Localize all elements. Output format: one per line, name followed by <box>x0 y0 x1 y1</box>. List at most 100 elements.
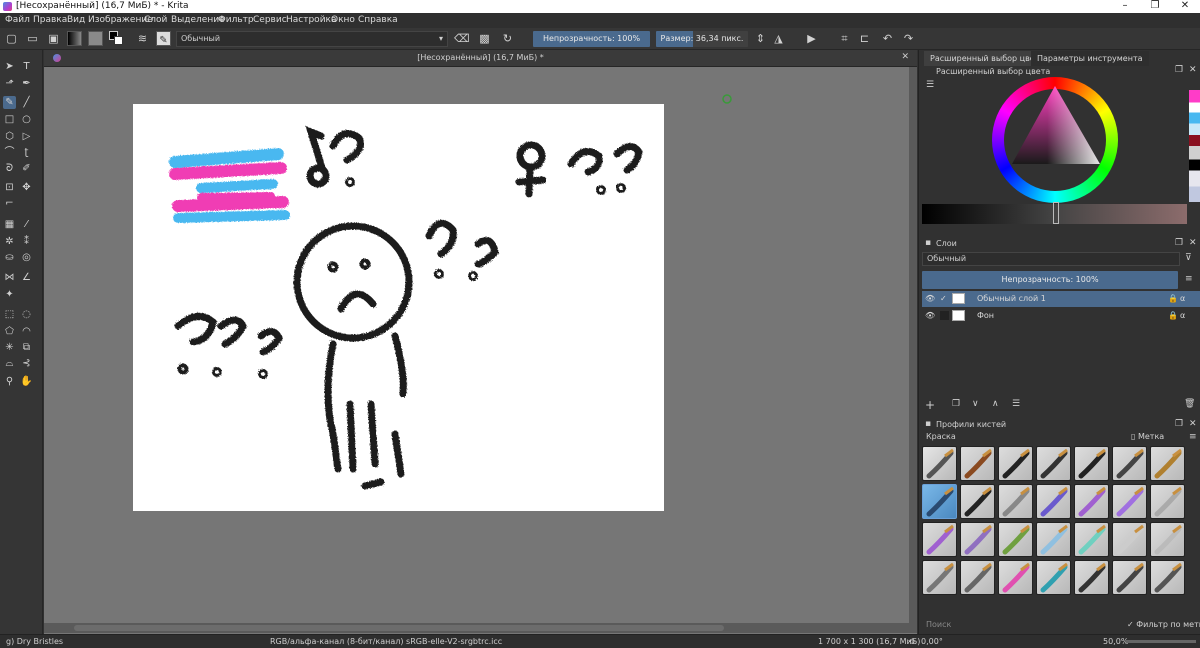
close-icon[interactable]: ✕ <box>901 52 909 62</box>
pan-tool-icon[interactable]: ✋ <box>20 375 33 388</box>
gradient-tool-icon[interactable]: ▦ <box>3 218 16 231</box>
eraser-icon[interactable]: ⌫ <box>454 31 470 46</box>
brush-preset[interactable] <box>1112 484 1147 519</box>
mirror-vertical-icon[interactable]: ▶ <box>804 31 819 46</box>
menu-view[interactable]: Вид <box>67 15 85 25</box>
polygon-tool-icon[interactable]: ⬡ <box>3 130 16 143</box>
edit-shapes-icon[interactable]: ⬏ <box>3 77 16 90</box>
menu-settings[interactable]: Настройка <box>286 15 337 25</box>
brush-preset[interactable] <box>998 560 1033 595</box>
brush-preset[interactable] <box>960 560 995 595</box>
close-docker-icon[interactable]: ✕ <box>1189 238 1197 248</box>
filter-icon[interactable]: ⊽ <box>1185 253 1192 263</box>
brush-search-input[interactable]: Поиск <box>926 620 951 629</box>
document-tab[interactable]: [Несохранённый] (16,7 МиБ) * ✕ <box>44 50 917 67</box>
menu-help[interactable]: Справка <box>358 15 398 25</box>
layer-blend-select[interactable]: Обычный <box>922 252 1180 266</box>
color-picker-icon[interactable]: ⁄ <box>20 218 33 231</box>
open-document-icon[interactable]: ▭ <box>25 31 40 46</box>
menu-icon[interactable]: ≡ <box>1189 432 1197 442</box>
duplicate-layer-icon[interactable]: ❐ <box>952 399 960 409</box>
brush-preset[interactable] <box>960 484 995 519</box>
measure-tool-icon[interactable]: ∠ <box>20 271 33 284</box>
zoom-slider[interactable] <box>1126 640 1196 643</box>
zoom-tool-icon[interactable]: ⚲ <box>3 375 16 388</box>
brush-preset[interactable] <box>1036 560 1071 595</box>
color-settings-icon[interactable]: ☰ <box>926 80 934 90</box>
filter-by-tag-checkbox[interactable]: ✓ Фильтр по метке <box>1127 620 1200 629</box>
brush-preset[interactable] <box>922 446 957 481</box>
brush-preset[interactable] <box>1150 484 1185 519</box>
fg-bg-color-icon[interactable] <box>109 31 124 46</box>
assistant-tool-icon[interactable]: ⋈ <box>3 271 16 284</box>
opacity-slider[interactable]: Непрозрачность: 100% <box>533 31 650 47</box>
layer-row[interactable]: 👁 Фон 🔒 α <box>922 308 1200 324</box>
brush-preset[interactable] <box>1074 446 1109 481</box>
colorize-mask-icon[interactable]: ⁑ <box>20 235 33 248</box>
brush-preset[interactable] <box>1112 522 1147 557</box>
horizontal-scrollbar[interactable] <box>44 623 917 633</box>
brush-preset[interactable] <box>998 446 1033 481</box>
stepper-icon[interactable]: ⇕ <box>753 31 768 46</box>
ellipse-select-icon[interactable]: ◌ <box>20 308 33 321</box>
transform-tool-icon[interactable]: ⊡ <box>3 181 16 194</box>
crop-tool-icon[interactable]: ⌐ <box>3 197 16 210</box>
scrollbar-thumb[interactable] <box>74 625 724 631</box>
brush-preset[interactable] <box>1074 522 1109 557</box>
brush-preset[interactable] <box>1150 446 1185 481</box>
crop-icon[interactable]: ⌗ <box>837 31 852 46</box>
polyline-tool-icon[interactable]: ▷ <box>20 130 33 143</box>
bezier-tool-icon[interactable]: ⌒ <box>3 146 16 159</box>
brush-preset-icon[interactable]: ✎ <box>156 31 171 46</box>
close-docker-icon[interactable]: ✕ <box>1189 65 1197 75</box>
save-icon[interactable]: ▣ <box>46 31 61 46</box>
brush-preset[interactable] <box>1036 446 1071 481</box>
freehand-brush-icon[interactable]: ✎ <box>3 96 16 109</box>
contiguous-select-icon[interactable]: ✳ <box>3 341 16 354</box>
reload-preset-icon[interactable]: ↻ <box>500 31 515 46</box>
rect-select-icon[interactable]: ⬚ <box>3 308 16 321</box>
menu-edit[interactable]: Правка <box>33 15 67 25</box>
add-layer-icon[interactable]: + <box>925 398 935 412</box>
brush-preset[interactable] <box>1112 446 1147 481</box>
layer-menu-icon[interactable]: ≡ <box>1185 274 1193 284</box>
multibrush-icon[interactable]: ✐ <box>20 162 33 175</box>
redo-icon[interactable]: ↷ <box>901 31 916 46</box>
check-icon[interactable]: ✓ <box>940 291 947 307</box>
layer-properties-icon[interactable]: ☰ <box>1012 399 1020 409</box>
line-tool-icon[interactable]: ╱ <box>20 96 33 109</box>
float-docker-icon[interactable]: ❐ <box>1175 65 1183 75</box>
layer-row[interactable]: 👁 ✓ Обычный слой 1 🔒 α <box>922 291 1200 307</box>
brush-preset[interactable] <box>998 484 1033 519</box>
bezier-select-icon[interactable]: ⌓ <box>3 357 16 370</box>
color-triangle[interactable] <box>1004 80 1106 180</box>
similar-select-icon[interactable]: ⧉ <box>20 341 33 354</box>
select-shapes-icon[interactable]: ➤ <box>3 60 16 73</box>
alpha-icon[interactable]: α <box>1180 291 1185 307</box>
brush-preset[interactable] <box>1150 560 1185 595</box>
text-tool-icon[interactable]: T <box>20 60 33 73</box>
maximize-button[interactable]: ❐ <box>1140 0 1170 13</box>
move-up-icon[interactable]: ∧ <box>992 399 999 409</box>
brush-preset[interactable] <box>922 560 957 595</box>
brush-preset[interactable] <box>922 522 957 557</box>
eye-icon[interactable]: 👁 <box>925 291 935 307</box>
recent-colors-strip[interactable] <box>1189 90 1200 202</box>
brush-preset[interactable] <box>1150 522 1185 557</box>
magnetic-select-icon[interactable]: ⊰ <box>20 357 33 370</box>
menu-filter[interactable]: Фильтр <box>218 15 254 25</box>
menu-image[interactable]: Изображение <box>88 15 153 25</box>
alpha-icon[interactable]: α <box>1180 308 1185 324</box>
move-down-icon[interactable]: ∨ <box>972 399 979 409</box>
alpha-lock-icon[interactable]: ▩ <box>477 31 492 46</box>
rotate-icon[interactable]: ⟲ <box>908 637 915 646</box>
smart-patch-icon[interactable]: ✲ <box>3 235 16 248</box>
reference-images-icon[interactable]: ✦ <box>3 288 16 301</box>
dynamic-brush-icon[interactable]: ᘐ <box>3 162 16 175</box>
brush-preset[interactable] <box>922 484 957 519</box>
float-docker-icon[interactable]: ❐ <box>1175 419 1183 429</box>
menu-tools[interactable]: Сервис <box>253 15 287 25</box>
move-tool-icon[interactable]: ✥ <box>20 181 33 194</box>
menu-window[interactable]: Окно <box>331 15 355 25</box>
minimize-button[interactable]: – <box>1110 0 1140 13</box>
